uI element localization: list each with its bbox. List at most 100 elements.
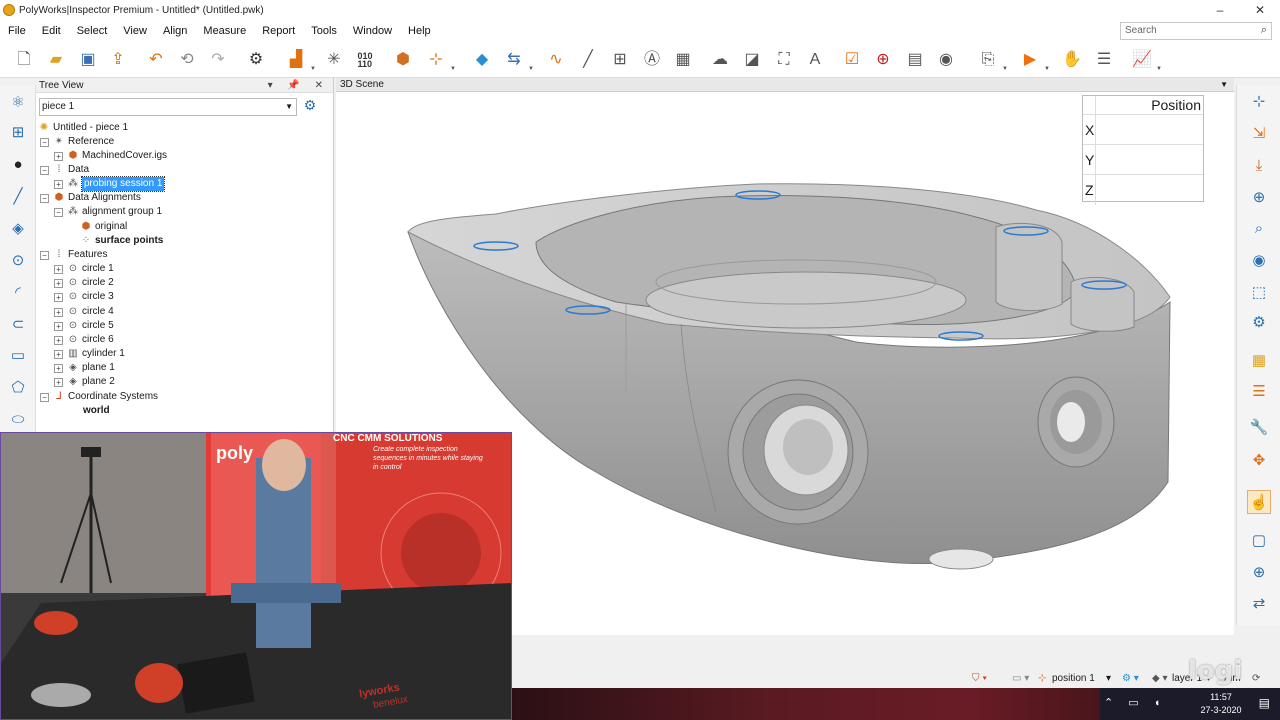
zoom-icon[interactable]: ⌕ [1247,216,1271,240]
move-icon[interactable]: ✥ [1247,448,1271,472]
refresh-icon[interactable]: ⟳ [1252,672,1260,686]
save-icon[interactable]: ▣ [76,48,100,72]
report-export-icon[interactable]: ⎘ ▼ [976,48,1008,72]
collapse-icon[interactable]: − [40,165,49,175]
binary-icon[interactable]: 010 110 [353,48,377,72]
chart-icon[interactable]: 📈 ▼ [1130,48,1162,72]
redo-icon[interactable]: ↷ [206,48,230,72]
chevron-down-icon[interactable]: ▼ [1220,78,1228,92]
align-icon[interactable]: ⇆ ▼ [502,48,534,72]
undo-history-icon[interactable]: ⟲ [175,48,199,72]
tree-item-data-alignments[interactable]: − ⬢ Data Alignments [40,191,141,205]
minimize-button[interactable]: – [1200,0,1240,20]
tree-item-plane-1[interactable]: + ◈ plane 1 [54,361,115,375]
tree-item-circle-4[interactable]: + ⊙ circle 4 [54,305,114,319]
object-icon[interactable]: ▭ ▾ [1012,672,1029,686]
piece-select[interactable]: piece 1 ▼ [39,98,297,116]
menu-select[interactable]: Select [69,20,116,42]
expand-icon[interactable]: + [54,292,63,302]
tree-item-root[interactable]: ✺ Untitled - piece 1 [38,121,128,135]
device-icon[interactable]: ⚙ ▾ [1122,672,1139,686]
expand-icon[interactable]: + [54,307,63,317]
curve-icon[interactable]: ∿ [544,48,568,72]
measure-icon[interactable]: ⊞ [608,48,632,72]
sequence-icon[interactable]: ☰ [1092,48,1116,72]
search-icon[interactable]: ⌕ [1261,24,1267,37]
position-select[interactable]: position 1 [1052,672,1095,686]
export-icon[interactable]: ⇪ [106,48,130,72]
eye-icon[interactable]: ◉ [1247,248,1271,272]
tree-item-probing-session[interactable]: + ⁂ probing session 1 [54,176,166,192]
tree-item-reference[interactable]: − ✴ Reference [40,135,114,149]
add-shape-icon[interactable]: ⊕ [1247,560,1271,584]
menu-window[interactable]: Window [345,20,400,42]
tree-view-header-buttons[interactable]: ▾ 📌 ✕ [268,78,329,93]
menu-view[interactable]: View [115,20,155,42]
search-input[interactable]: Search ⌕ [1120,22,1272,40]
chevron-down-icon[interactable]: ▼ [285,99,293,115]
ellipse-icon[interactable]: ⬭ [7,408,29,430]
script-icon[interactable]: ▟ ▼ [284,48,316,72]
open-folder-icon[interactable]: ▰ [44,48,68,72]
collapse-icon[interactable]: − [40,137,49,147]
tree-item-machinedcover[interactable]: + ⬢ MachinedCover.igs [54,149,167,163]
expand-icon[interactable]: + [54,151,63,161]
line-icon[interactable]: ╱ [7,185,29,207]
cube-icon[interactable]: ◆ [470,48,494,72]
stop-icon[interactable]: ✋ [1060,48,1084,72]
expand-icon[interactable]: + [54,377,63,387]
menu-report[interactable]: Report [254,20,303,42]
new-file-icon[interactable]: 🗋 [12,48,36,72]
axes-icon[interactable]: ✳ [322,48,346,72]
tree-item-circle-6[interactable]: + ⊙ circle 6 [54,333,114,347]
menu-tools[interactable]: Tools [303,20,345,42]
expand-icon[interactable]: + [54,335,63,345]
tree-item-coordinate-systems[interactable]: − ⅃ Coordinate Systems [40,390,158,404]
probe-device-icon[interactable]: ⬢ [391,48,415,72]
expand-icon[interactable]: + [54,179,63,189]
grid-tool-icon[interactable]: ⊞ [7,121,29,143]
notification-icon[interactable]: ▤ [1259,696,1270,710]
transform-icon[interactable]: ⇲ [1247,121,1271,145]
collapse-icon[interactable]: − [40,250,49,260]
legend-icon[interactable]: ☰ [1247,379,1271,403]
collapse-icon[interactable]: − [40,193,49,203]
zoom-fit-icon[interactable]: ⊕ [1247,185,1271,209]
collapse-icon[interactable]: − [40,392,49,402]
slot-icon[interactable]: ⊂ [7,313,29,335]
menu-file[interactable]: File [0,20,34,42]
cloud-icon[interactable]: ☁ [708,48,732,72]
polygon-icon[interactable]: ⬠ [7,376,29,398]
box-select-icon[interactable]: ▢ [1247,528,1271,552]
expand-icon[interactable]: + [54,264,63,274]
probe-icon[interactable]: ⊹ ▼ [424,48,456,72]
point-icon[interactable]: ● [7,153,29,175]
filter-icon[interactable]: ⛉ ▾ [972,672,987,686]
plane-icon[interactable]: ◈ [7,217,29,239]
circle-icon[interactable]: ⊙ [7,249,29,271]
settings-icon[interactable]: ⚙ [244,48,268,72]
section-icon[interactable]: ⛶ [772,48,796,72]
tree-item-circle-5[interactable]: + ⊙ circle 5 [54,319,114,333]
tree-item-plane-2[interactable]: + ◈ plane 2 [54,375,115,389]
rectangle-icon[interactable]: ▭ [7,344,29,366]
annotation-icon[interactable]: Ⓐ [640,48,664,72]
menu-edit[interactable]: Edit [34,20,69,42]
chevron-down-icon[interactable]: ▾ [1106,672,1111,686]
play-icon[interactable]: ▶ ▼ [1018,48,1050,72]
color-map-icon[interactable]: ▦ [1247,348,1271,372]
expand-icon[interactable]: + [54,321,63,331]
system-tray-icons[interactable]: ⌃ ▭ ◖ [1104,696,1166,709]
hand-pointer-icon[interactable]: ☝ [1247,490,1271,514]
table-icon[interactable]: ▤ [903,48,927,72]
undo-icon[interactable]: ↶ [144,48,168,72]
menu-measure[interactable]: Measure [195,20,254,42]
checklist-icon[interactable]: ☑ [840,48,864,72]
expand-icon[interactable]: + [54,278,63,288]
menu-align[interactable]: Align [155,20,195,42]
plane-tool-icon[interactable]: ◪ [740,48,764,72]
camera-icon[interactable]: ◉ [934,48,958,72]
swap-icon[interactable]: ⇄ [1247,591,1271,615]
tree-item-features[interactable]: − ⁞ Features [40,248,107,262]
expand-icon[interactable]: + [54,363,63,373]
